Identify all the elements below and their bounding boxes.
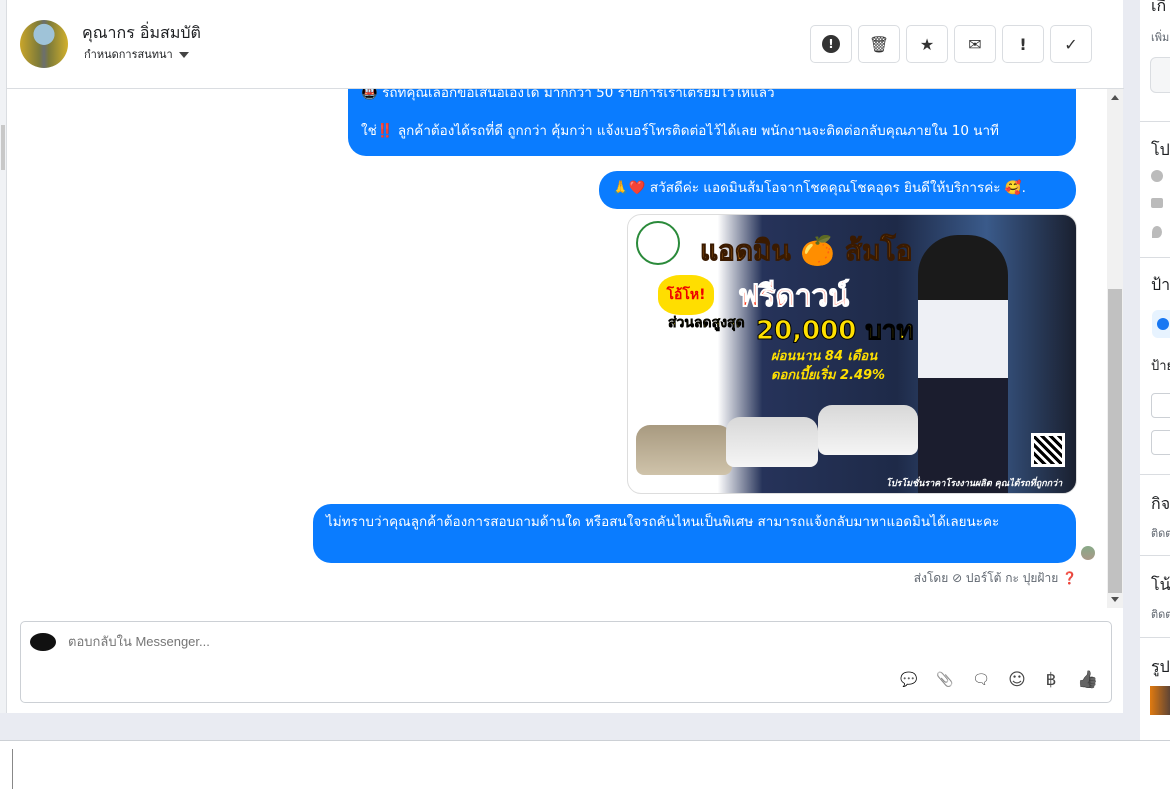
section-title: โน้ bbox=[1151, 575, 1170, 594]
page-avatar bbox=[30, 633, 56, 651]
qr-code bbox=[1031, 433, 1065, 467]
exclamation-icon: ! bbox=[1019, 34, 1027, 54]
promo-discount-label: ส่วนลดสูงสุด bbox=[668, 315, 745, 332]
section-title: รูป bbox=[1151, 657, 1170, 676]
message-icon: 🗨 bbox=[972, 672, 990, 688]
message-text: ใช่‼️ ลูกค้าต้องได้รถที่ดี ถูกกว่า คุ้มก… bbox=[361, 123, 999, 139]
message-text: 🙏❤️ สวัสดีค่ะ แอดมินส้มโอจากโชคคุณโชคอุด… bbox=[612, 180, 1026, 196]
car-pickup-cage bbox=[818, 405, 918, 455]
promo-image[interactable]: แอดมิน 🍊 ส้มโอ โอ้โห! ฟรีดาวน์ ส่วนลดสูง… bbox=[627, 214, 1077, 494]
message-thread: 🚇 รถที่คุณเลือกข้อเสนอเองได้ มากกว่า 50 … bbox=[7, 89, 1107, 608]
trash-icon: 🗑 bbox=[868, 34, 890, 54]
payment-button[interactable]: ฿ bbox=[1039, 668, 1063, 692]
reply-composer: 💬 📎 🗨 ☺ ฿ 👍 bbox=[20, 621, 1112, 703]
message-text: ไม่ทราบว่าคุณลูกค้าต้องการสอบถามด้านใด ห… bbox=[326, 514, 1000, 530]
spam-icon: ! bbox=[822, 35, 840, 53]
saved-replies-button[interactable]: 💬 bbox=[897, 668, 921, 692]
message-bubble: ไม่ทราบว่าคุณลูกค้าต้องการสอบถามด้านใด ห… bbox=[313, 504, 1076, 563]
contact-avatar[interactable] bbox=[20, 20, 68, 68]
thumbs-up-icon: 👍 bbox=[1077, 670, 1099, 690]
mark-unread-button[interactable]: ✉ bbox=[954, 25, 996, 63]
clock-icon bbox=[1151, 170, 1163, 182]
follow-up-button[interactable]: ! bbox=[1002, 25, 1044, 63]
assign-label: กำหนดการสนทนา bbox=[84, 48, 173, 61]
promo-person-figure bbox=[918, 235, 1008, 493]
assign-conversation-dropdown[interactable]: กำหนดการสนทนา bbox=[84, 45, 189, 63]
company-logo bbox=[636, 221, 680, 265]
label-input[interactable] bbox=[1151, 430, 1170, 455]
mark-done-button[interactable]: ✓ bbox=[1050, 25, 1092, 63]
envelope-icon: ✉ bbox=[968, 34, 982, 54]
briefcase-icon bbox=[1151, 198, 1163, 208]
promo-title: แอดมิน 🍊 ส้มโอ bbox=[699, 234, 913, 268]
section-title: โป bbox=[1151, 140, 1170, 159]
attach-icon: 📎 bbox=[936, 672, 954, 688]
message-bubble: 🚇 รถที่คุณเลือกข้อเสนอเองได้ มากกว่า 50 … bbox=[348, 89, 1076, 156]
reply-input[interactable] bbox=[68, 634, 968, 649]
section-title: กิจ bbox=[1151, 494, 1170, 513]
contact-name[interactable]: คุณากร อิ่มสมบัติ bbox=[82, 21, 201, 46]
section-subtitle: เพิ่ม bbox=[1151, 31, 1170, 44]
contact-details-panel: เกี เพิ่ม โป ป้า ป้าย กิจ ติดต โน้ ติดต … bbox=[1140, 0, 1170, 715]
add-button[interactable] bbox=[1150, 57, 1170, 93]
photo-thumbnail[interactable] bbox=[1150, 686, 1170, 715]
seen-avatar bbox=[1081, 546, 1095, 560]
car-pickup bbox=[726, 417, 818, 467]
car-sedan bbox=[636, 425, 732, 475]
chat-scrollbar[interactable] bbox=[1107, 89, 1123, 608]
conversation-panel: คุณากร อิ่มสมบัติ กำหนดการสนทนา ! 🗑 ★ ✉ … bbox=[6, 0, 1124, 713]
section-subtitle: ติดต bbox=[1151, 527, 1170, 540]
check-icon: ✓ bbox=[1064, 34, 1078, 54]
message-text: 🚇 รถที่คุณเลือกข้อเสนอเองได้ มากกว่า 50 … bbox=[361, 89, 775, 101]
section-subtitle: ติดต bbox=[1151, 608, 1170, 621]
section-subtitle: ป้าย bbox=[1151, 359, 1170, 374]
message-bubble: 🙏❤️ สวัสดีค่ะ แอดมินส้มโอจากโชคคุณโชคอุด… bbox=[599, 171, 1076, 209]
promo-burst: โอ้โห! bbox=[658, 275, 714, 315]
like-button[interactable]: 👍 bbox=[1076, 668, 1100, 692]
promo-footer: โปรโมชั่นราคาโรงงานผลิต คุณได้รถที่ถูกกว… bbox=[886, 479, 1063, 489]
sent-by-label: ส่งโดย ⊘ ปอร์โต้ กะ ปุยฝ้าย ❓ bbox=[913, 571, 1077, 585]
baht-icon: ฿ bbox=[1045, 670, 1057, 690]
star-button[interactable]: ★ bbox=[906, 25, 948, 63]
faq-button[interactable]: 🗨 bbox=[969, 668, 993, 692]
section-title: เกี bbox=[1151, 0, 1167, 15]
bottom-input-area[interactable] bbox=[0, 740, 1170, 797]
conversation-header: คุณากร อิ่มสมบัติ กำหนดการสนทนา ! 🗑 ★ ✉ … bbox=[7, 0, 1124, 89]
promo-installment: ผ่อนนาน 84 เดือน bbox=[771, 349, 878, 364]
location-icon bbox=[1152, 226, 1162, 238]
promo-interest: ดอกเบี้ยเริ่ม 2.49% bbox=[771, 368, 886, 383]
attach-button[interactable]: 📎 bbox=[933, 668, 957, 692]
mark-spam-button[interactable]: ! bbox=[810, 25, 852, 63]
saved-reply-icon: 💬 bbox=[900, 672, 918, 688]
add-label-button[interactable] bbox=[1152, 310, 1170, 338]
emoji-icon: ☺ bbox=[1008, 670, 1026, 690]
caret-down-icon bbox=[178, 52, 189, 58]
label-input[interactable] bbox=[1151, 393, 1170, 418]
delete-button[interactable]: 🗑 bbox=[858, 25, 900, 63]
section-title: ป้า bbox=[1151, 275, 1170, 294]
emoji-button[interactable]: ☺ bbox=[1005, 668, 1029, 692]
star-icon: ★ bbox=[919, 34, 935, 54]
